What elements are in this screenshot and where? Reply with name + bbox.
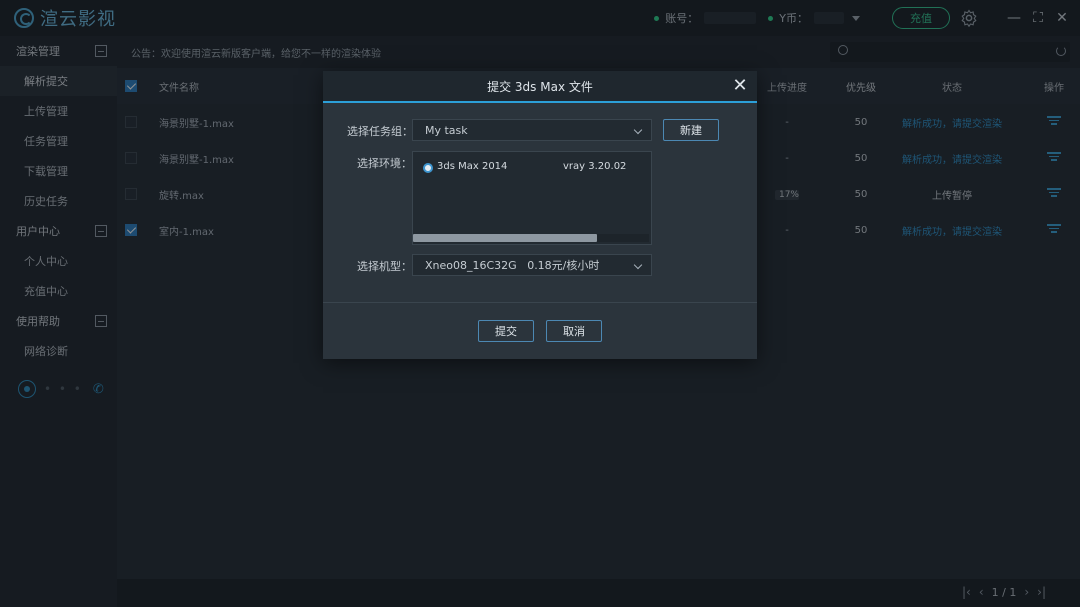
new-task-group-button[interactable]: 新建 bbox=[663, 119, 719, 141]
submit-dialog: 提交 3ds Max 文件 ✕ 选择任务组： My task 新建 选择环境： … bbox=[323, 71, 757, 359]
cancel-button[interactable]: 取消 bbox=[546, 320, 602, 342]
scrollbar-thumb[interactable] bbox=[413, 234, 597, 242]
env-label: 选择环境： bbox=[357, 157, 412, 170]
close-icon[interactable]: ✕ bbox=[731, 77, 749, 95]
dialog-divider bbox=[323, 302, 757, 303]
dialog-header: 提交 3ds Max 文件 ✕ bbox=[323, 71, 757, 103]
chevron-down-icon bbox=[633, 260, 643, 270]
horizontal-scrollbar[interactable] bbox=[413, 234, 649, 242]
task-group-value: My task bbox=[425, 123, 468, 137]
machine-label: 选择机型： bbox=[357, 260, 412, 273]
env-renderer: vray 3.20.02 bbox=[563, 161, 627, 172]
task-group-select[interactable]: My task bbox=[412, 119, 652, 141]
env-list[interactable]: 3ds Max 2014 vray 3.20.02 bbox=[412, 151, 652, 245]
env-software: 3ds Max 2014 bbox=[437, 161, 508, 172]
machine-select[interactable]: Xneo08_16C32G 0.18元/核小时 bbox=[412, 254, 652, 276]
task-group-label: 选择任务组： bbox=[347, 125, 413, 138]
env-radio[interactable] bbox=[423, 163, 433, 173]
dialog-title: 提交 3ds Max 文件 bbox=[487, 79, 593, 94]
machine-value: Xneo08_16C32G 0.18元/核小时 bbox=[425, 259, 600, 272]
submit-button[interactable]: 提交 bbox=[478, 320, 534, 342]
chevron-down-icon bbox=[633, 125, 643, 135]
